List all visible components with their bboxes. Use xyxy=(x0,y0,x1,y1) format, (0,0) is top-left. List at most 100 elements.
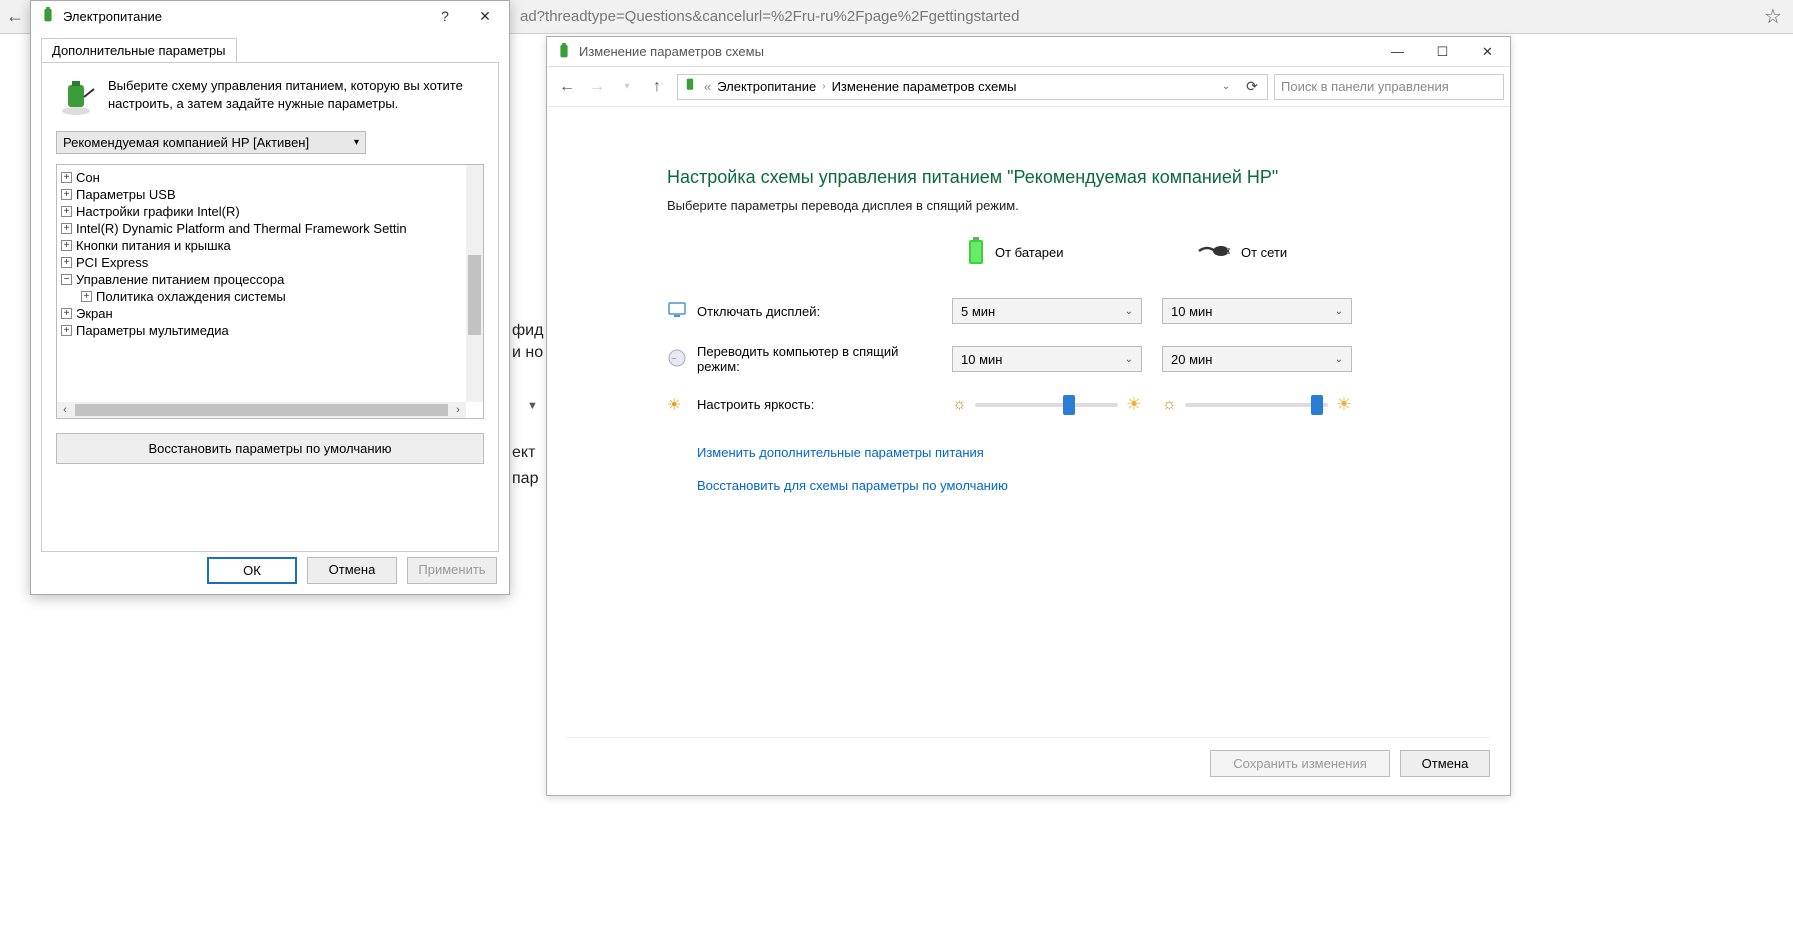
tree-item[interactable]: −Управление питанием процессора xyxy=(57,271,483,288)
chevron-down-icon: ▾ xyxy=(354,137,359,148)
chevron-down-icon: ⌄ xyxy=(1335,354,1343,365)
cancel-button[interactable]: Отмена xyxy=(307,557,397,584)
restore-defaults-button[interactable]: Восстановить параметры по умолчанию xyxy=(56,433,484,464)
brightness-ac-slider-wrap: ☼ ☀ xyxy=(1162,394,1352,415)
help-button[interactable]: ? xyxy=(425,2,465,30)
apply-button[interactable]: Применить xyxy=(407,557,497,584)
scroll-left-icon[interactable]: ‹ xyxy=(57,404,73,416)
breadcrumb-1[interactable]: Электропитание xyxy=(717,79,816,94)
page-title: Настройка схемы управления питанием "Рек… xyxy=(667,167,1470,188)
expand-icon[interactable]: + xyxy=(61,257,72,268)
collapse-icon[interactable]: − xyxy=(61,274,72,285)
nav-recent-icon[interactable]: ▾ xyxy=(613,73,641,101)
dialog-title: Электропитание xyxy=(63,9,425,24)
chevron-down-icon: ⌄ xyxy=(1125,354,1133,365)
expand-icon[interactable]: + xyxy=(61,223,72,234)
chevron-down-icon: ⌄ xyxy=(1335,306,1343,317)
plan-dropdown[interactable]: Рекомендуемая компанией HP [Активен] ▾ xyxy=(56,131,366,154)
scroll-right-icon[interactable]: › xyxy=(450,404,466,416)
row-brightness: ☀ Настроить яркость: ☼ ☀ ☼ ☀ xyxy=(667,394,1470,415)
tab-row: Дополнительные параметры xyxy=(31,31,509,62)
tree-item-label: PCI Express xyxy=(76,255,148,270)
nav-forward-icon: → xyxy=(583,73,611,101)
ok-button[interactable]: ОК xyxy=(207,557,297,584)
sun-large-icon: ☀ xyxy=(1336,394,1352,415)
tree-item-label: Параметры USB xyxy=(76,187,176,202)
slider-thumb[interactable] xyxy=(1063,395,1075,415)
expand-icon[interactable]: + xyxy=(61,206,72,217)
link-advanced-settings[interactable]: Изменить дополнительные параметры питани… xyxy=(697,445,1470,460)
dialog-titlebar: Электропитание ? ✕ xyxy=(31,1,509,31)
tree-item[interactable]: + Настройки графики Intel(R) xyxy=(57,203,483,220)
tree-item-label: Управление питанием процессора xyxy=(76,272,284,287)
tree-item-label: Настройки графики Intel(R) xyxy=(76,204,240,219)
expand-icon[interactable]: + xyxy=(81,291,92,302)
intro-section: Выберите схему управления питанием, кото… xyxy=(56,77,484,117)
tree-item-label: Кнопки питания и крышка xyxy=(76,238,231,253)
tree-item[interactable]: +Параметры мультимедиа xyxy=(57,322,483,339)
tree-item[interactable]: + Кнопки питания и крышка xyxy=(57,237,483,254)
maximize-button[interactable]: ☐ xyxy=(1420,37,1465,66)
hscroll-thumb[interactable] xyxy=(75,404,448,416)
sun-small-icon: ☼ xyxy=(952,396,967,414)
row-sleep: Переводить компьютер в спящий режим: 10 … xyxy=(667,344,1470,374)
slider-thumb[interactable] xyxy=(1311,395,1323,415)
expand-icon[interactable]: + xyxy=(61,172,72,183)
tree-item[interactable]: + Параметры USB xyxy=(57,186,483,203)
expand-icon[interactable]: + xyxy=(61,240,72,251)
tree-item[interactable]: +Экран xyxy=(57,305,483,322)
tree-item[interactable]: + PCI Express xyxy=(57,254,483,271)
horizontal-scrollbar[interactable]: ‹ › xyxy=(57,402,466,418)
address-bar[interactable]: « Электропитание › Изменение параметров … xyxy=(677,74,1268,100)
expand-icon[interactable]: + xyxy=(61,308,72,319)
expand-icon[interactable]: + xyxy=(61,189,72,200)
save-button[interactable]: Сохранить изменения xyxy=(1210,750,1390,777)
close-button[interactable]: ✕ xyxy=(465,2,505,30)
sleep-battery-dropdown[interactable]: 10 мин⌄ xyxy=(952,346,1142,372)
content-area: Настройка схемы управления питанием "Рек… xyxy=(547,107,1510,541)
tree-item[interactable]: + Сон xyxy=(57,169,483,186)
intro-text: Выберите схему управления питанием, кото… xyxy=(108,77,484,117)
tab-advanced[interactable]: Дополнительные параметры xyxy=(41,38,237,63)
window-titlebar: Изменение параметров схемы — ☐ ✕ xyxy=(547,37,1510,67)
scroll-thumb[interactable] xyxy=(468,255,481,335)
window-title: Изменение параметров схемы xyxy=(579,44,1375,59)
close-button[interactable]: ✕ xyxy=(1465,37,1510,66)
link-restore-defaults[interactable]: Восстановить для схемы параметры по умол… xyxy=(697,478,1470,493)
battery-plug-icon xyxy=(56,77,96,117)
minimize-button[interactable]: — xyxy=(1375,37,1420,66)
brightness-battery-slider-wrap: ☼ ☀ xyxy=(952,394,1142,415)
chevron-down-icon: ⌄ xyxy=(1125,306,1133,317)
nav-up-icon[interactable]: ↑ xyxy=(643,73,671,101)
edit-plan-window: Изменение параметров схемы — ☐ ✕ ← → ▾ ↑… xyxy=(546,36,1511,796)
display-ac-dropdown[interactable]: 10 мин⌄ xyxy=(1162,298,1352,324)
breadcrumb-sep-icon: › xyxy=(822,81,825,92)
sleep-ac-dropdown[interactable]: 20 мин⌄ xyxy=(1162,346,1352,372)
brightness-battery-slider[interactable] xyxy=(975,403,1118,407)
row-display: Отключать дисплей: 5 мин⌄ 10 мин⌄ xyxy=(667,298,1470,324)
display-icon xyxy=(667,300,697,323)
bg-dropdown-icon: ▼ xyxy=(527,400,538,412)
bg-text: пар xyxy=(512,470,538,488)
brightness-ac-slider[interactable] xyxy=(1185,403,1328,407)
row-sleep-label: Переводить компьютер в спящий режим: xyxy=(697,344,952,374)
dialog-footer: ОК Отмена Применить xyxy=(207,557,497,584)
bookmark-star-icon[interactable]: ☆ xyxy=(1753,4,1793,29)
tree-item[interactable]: +Intel(R) Dynamic Platform and Thermal F… xyxy=(57,220,483,237)
refresh-icon[interactable]: ⟳ xyxy=(1241,78,1263,95)
cancel-button[interactable]: Отмена xyxy=(1400,750,1490,777)
search-input[interactable]: Поиск в панели управления xyxy=(1274,74,1504,100)
tree-item[interactable]: + Политика охлаждения системы xyxy=(57,288,483,305)
tree-item-label: Политика охлаждения системы xyxy=(96,289,286,304)
expand-icon[interactable]: + xyxy=(61,325,72,336)
breadcrumb-2[interactable]: Изменение параметров схемы xyxy=(832,79,1017,94)
browser-back-icon[interactable]: ← xyxy=(0,6,30,27)
display-battery-dropdown[interactable]: 5 мин⌄ xyxy=(952,298,1142,324)
nav-back-icon[interactable]: ← xyxy=(553,73,581,101)
row-display-label: Отключать дисплей: xyxy=(697,304,952,319)
search-placeholder: Поиск в панели управления xyxy=(1281,79,1449,94)
vertical-scrollbar[interactable] xyxy=(466,165,483,402)
chevron-down-icon[interactable]: ⌄ xyxy=(1217,81,1235,92)
tree-item-label: Сон xyxy=(76,170,100,185)
bg-text: ект xyxy=(512,444,535,462)
